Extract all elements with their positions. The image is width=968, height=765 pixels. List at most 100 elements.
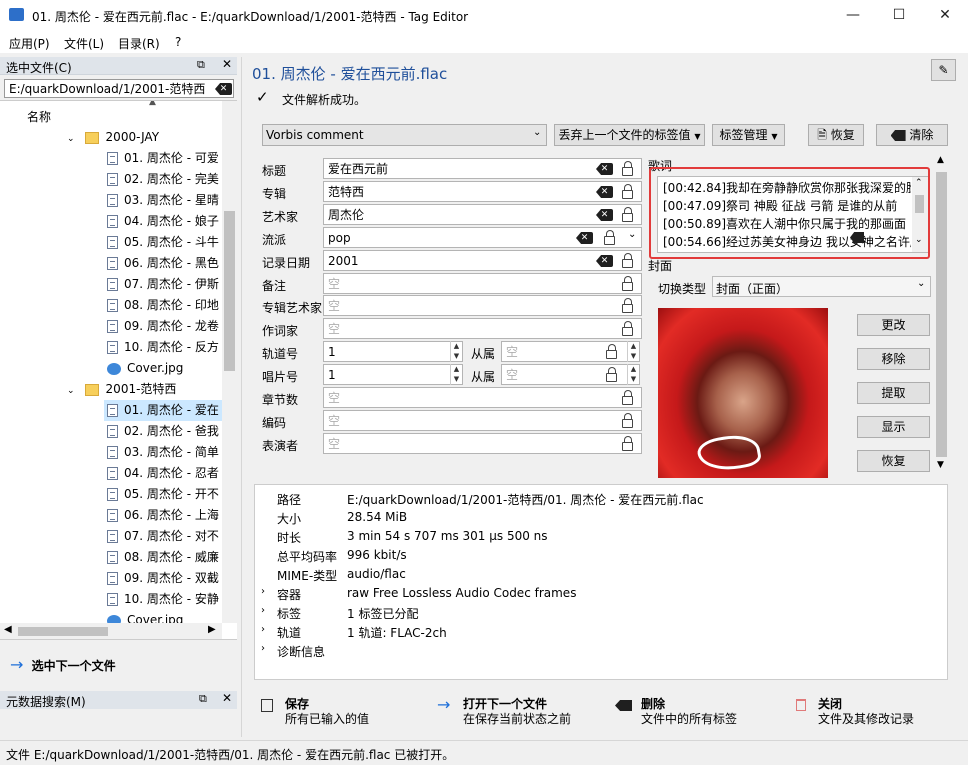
tree-file[interactable]: 05. 周杰伦 - 开不 — [104, 484, 222, 505]
disc-total-input[interactable] — [501, 364, 640, 385]
lock-icon[interactable] — [622, 321, 633, 336]
lock-icon[interactable] — [604, 230, 615, 245]
tree-file[interactable]: 08. 周杰伦 - 印地 — [104, 295, 222, 316]
cover-type-select[interactable]: 封面（正面） ⌄ — [712, 276, 931, 297]
panel-close-icon[interactable]: ✕ — [222, 691, 232, 705]
tree-file[interactable]: 10. 周杰伦 - 安静 — [104, 589, 222, 610]
scroll-up-icon[interactable]: ▲ — [937, 155, 944, 165]
maximize-button[interactable]: ☐ — [876, 0, 922, 31]
undock-icon[interactable]: ⧉ — [199, 692, 207, 706]
tree-file[interactable]: 07. 周杰伦 - 伊斯 — [104, 274, 222, 295]
tree-file[interactable]: 01. 周杰伦 - 爱在 — [104, 400, 222, 421]
tree-file[interactable]: 03. 周杰伦 - 简单 — [104, 442, 222, 463]
track-number-input[interactable] — [323, 341, 463, 362]
tree-file[interactable]: 08. 周杰伦 - 威廉 — [104, 547, 222, 568]
tag-management-button[interactable]: 标签管理 ▼ — [712, 124, 785, 146]
tree-file[interactable]: 04. 周杰伦 - 娘子 — [104, 211, 222, 232]
genre-input[interactable] — [323, 227, 642, 248]
clear-button[interactable]: 清除 — [876, 124, 948, 146]
disc-total-spinner[interactable]: ▲ ▼ — [627, 364, 639, 385]
lock-icon[interactable] — [622, 298, 633, 313]
tree-image-file[interactable]: Cover.jpg — [104, 358, 222, 379]
lock-icon[interactable] — [622, 184, 633, 199]
info-key[interactable]: 轨道 — [277, 624, 301, 641]
tree-file[interactable]: 09. 周杰伦 - 双截 — [104, 568, 222, 589]
tag-type-select[interactable]: Vorbis comment ⌄ — [262, 124, 547, 146]
tree-folder[interactable]: ⌄ 2000-JAY — [67, 127, 159, 148]
cover-restore-button[interactable]: 恢复 — [857, 450, 930, 472]
lock-icon[interactable] — [606, 344, 617, 359]
file-tree[interactable]: ▲ 名称 ⌄ 2000-JAY 01. 周杰伦 - 可爱 02. 周杰伦 - 完美… — [0, 100, 237, 640]
delete-action[interactable]: 删除 文件中的所有标签 — [615, 697, 737, 727]
tree-vscroll-thumb[interactable] — [224, 211, 235, 371]
cover-change-button[interactable]: 更改 — [857, 314, 930, 336]
column-header[interactable]: 名称 — [27, 108, 51, 125]
tree-file[interactable]: 01. 周杰伦 - 可爱 — [104, 148, 222, 169]
tree-file[interactable]: 02. 周杰伦 - 完美 — [104, 169, 222, 190]
cover-remove-button[interactable]: 移除 — [857, 348, 930, 370]
close-action[interactable]: 关闭 文件及其修改记录 — [795, 697, 914, 727]
lock-icon[interactable] — [622, 436, 633, 451]
encoder-input[interactable] — [323, 410, 642, 431]
hscroll-left-icon[interactable]: ◀ — [4, 624, 12, 635]
restore-button[interactable]: 🗎 恢复 — [808, 124, 864, 146]
cover-extract-button[interactable]: 提取 — [857, 382, 930, 404]
edit-button[interactable]: ✎ — [931, 59, 956, 81]
artist-input[interactable] — [323, 204, 642, 225]
panel-close-icon[interactable]: ✕ — [222, 57, 232, 71]
composer-input[interactable] — [323, 318, 642, 339]
lock-icon[interactable] — [622, 413, 633, 428]
expand-chevron-icon[interactable]: › — [261, 586, 265, 597]
tree-file[interactable]: 10. 周杰伦 - 反方 — [104, 337, 222, 358]
lock-icon[interactable] — [622, 161, 633, 176]
track-total-spinner[interactable]: ▲ ▼ — [627, 341, 639, 362]
menu-app[interactable]: 应用(P) — [9, 35, 50, 52]
tree-file[interactable]: 06. 周杰伦 - 黑色 — [104, 253, 222, 274]
path-input[interactable] — [4, 79, 234, 98]
tree-file[interactable]: 04. 周杰伦 - 忍者 — [104, 463, 222, 484]
info-key[interactable]: 标签 — [277, 605, 301, 622]
open-next-action[interactable]: → 打开下一个文件 在保存当前状态之前 — [437, 697, 571, 727]
close-button[interactable]: ✕ — [922, 0, 968, 31]
editor-scroll-thumb[interactable] — [936, 172, 947, 457]
tree-hscroll-thumb[interactable] — [18, 627, 108, 636]
tree-file[interactable]: 02. 周杰伦 - 爸我 — [104, 421, 222, 442]
comment-input[interactable] — [323, 273, 642, 294]
info-key[interactable]: 诊断信息 — [277, 643, 325, 660]
cover-show-button[interactable]: 显示 — [857, 416, 930, 438]
editor-scrollbar[interactable]: ▲ ▼ — [934, 155, 949, 475]
info-key[interactable]: 容器 — [277, 586, 301, 603]
lock-icon[interactable] — [622, 390, 633, 405]
tree-vertical-scrollbar[interactable] — [222, 101, 237, 623]
select-next-file[interactable]: → 选中下一个文件 — [10, 655, 116, 674]
chevron-down-icon[interactable]: ⌄ — [628, 229, 636, 240]
title-input[interactable] — [323, 158, 642, 179]
tree-file[interactable]: 06. 周杰伦 - 上海 — [104, 505, 222, 526]
scroll-down-icon[interactable]: ▼ — [937, 460, 944, 470]
undock-icon[interactable]: ⧉ — [197, 58, 205, 72]
lock-icon[interactable] — [622, 253, 633, 268]
tree-file[interactable]: 07. 周杰伦 - 对不 — [104, 526, 222, 547]
album_artist-input[interactable] — [323, 295, 642, 316]
scroll-up-icon[interactable]: ▲ — [149, 101, 156, 107]
tree-horizontal-scrollbar[interactable]: ◀ ▶ — [0, 623, 222, 639]
minimize-button[interactable]: — — [830, 0, 876, 31]
expand-chevron-icon[interactable]: › — [261, 624, 265, 635]
track-total-input[interactable] — [501, 341, 640, 362]
tree-file[interactable]: 05. 周杰伦 - 斗牛 — [104, 232, 222, 253]
tree-file[interactable]: 09. 周杰伦 - 龙卷 — [104, 316, 222, 337]
collapse-chevron-icon[interactable]: ⌄ — [67, 386, 75, 396]
save-action[interactable]: 保存 所有已输入的值 — [261, 697, 369, 727]
file-info-tree[interactable]: 路径 E:/quarkDownload/1/2001-范特西/01. 周杰伦 - … — [254, 484, 948, 680]
menu-help[interactable]: ? — [175, 35, 181, 49]
hscroll-right-icon[interactable]: ▶ — [208, 624, 216, 635]
discard-button[interactable]: 丢弃上一个文件的标签值 ▼ — [554, 124, 705, 146]
menu-file[interactable]: 文件(L) — [64, 35, 104, 52]
tree-file[interactable]: 03. 周杰伦 - 星晴 — [104, 190, 222, 211]
panel-splitter[interactable] — [241, 57, 242, 737]
performer-input[interactable] — [323, 433, 642, 454]
collapse-chevron-icon[interactable]: ⌄ — [67, 134, 75, 144]
track-spinner[interactable]: ▲ ▼ — [450, 341, 462, 362]
lock-icon[interactable] — [606, 367, 617, 382]
lock-icon[interactable] — [622, 207, 633, 222]
